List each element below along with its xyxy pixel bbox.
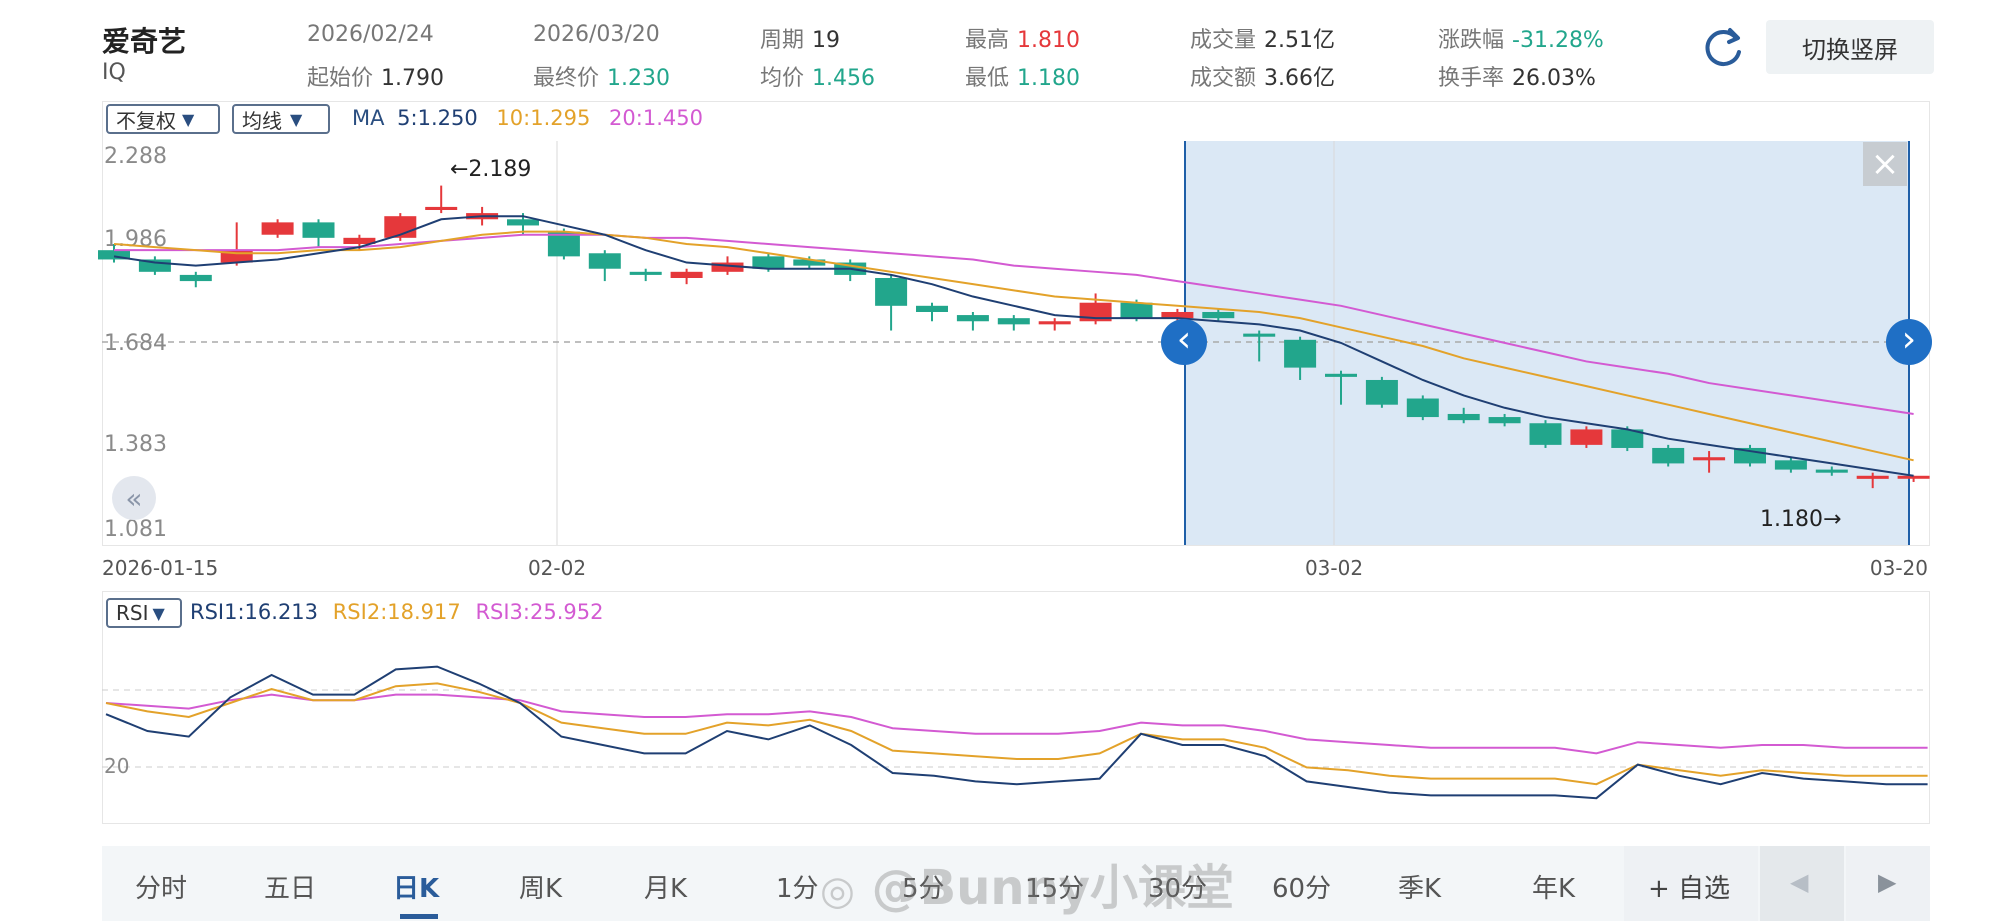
add-watchlist-button[interactable]: + 自选 <box>1624 846 1758 921</box>
tab-11[interactable]: 年K <box>1532 868 1575 905</box>
tab-scroll-right-button[interactable]: ▶ <box>1846 846 1930 921</box>
tab-10[interactable]: 季K <box>1398 868 1441 905</box>
rsi-y-tick: 20 <box>104 754 129 778</box>
watermark-text: @Bunny小课堂 <box>871 860 1235 916</box>
tab-0[interactable]: 分时 <box>135 868 187 905</box>
tab-4[interactable]: 月K <box>644 868 687 905</box>
add-watchlist-label: + 自选 <box>1648 874 1731 904</box>
tab-9[interactable]: 60分 <box>1272 868 1331 905</box>
triangle-left-icon: ◀ <box>1790 868 1809 896</box>
tab-1[interactable]: 五日 <box>264 868 316 905</box>
tab-5[interactable]: 1分 <box>776 868 819 905</box>
tab-3[interactable]: 周K <box>519 868 562 905</box>
rsi1-line <box>105 665 1928 800</box>
tab-2[interactable]: 日K <box>393 868 439 905</box>
active-tab-indicator <box>400 914 438 919</box>
watermark: ◎ @Bunny小课堂 <box>820 848 1234 918</box>
rsi-chart[interactable]: 20 <box>0 0 2000 921</box>
weibo-logo-icon: ◎ <box>820 868 855 914</box>
rsi3-line <box>105 693 1928 755</box>
tab-scroll-left-button[interactable]: ◀ <box>1760 846 1844 921</box>
triangle-right-icon: ▶ <box>1878 868 1897 896</box>
